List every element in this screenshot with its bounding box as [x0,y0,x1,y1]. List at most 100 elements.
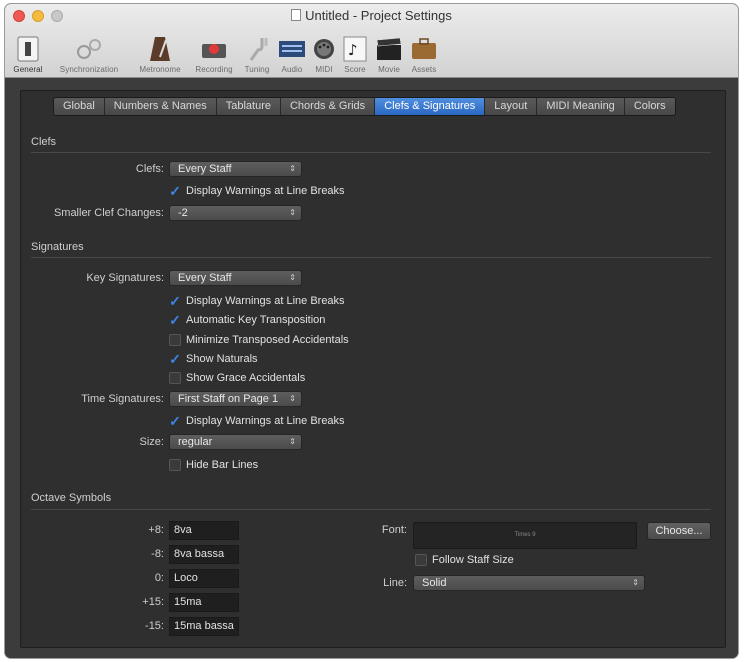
clapperboard-icon [375,35,403,63]
octave-field-plus8[interactable]: 8va [169,521,239,540]
smaller-clef-label: Smaller Clef Changes: [53,207,164,219]
metronome-icon [146,35,174,63]
toolbar-label: Audio [281,65,303,74]
key-signatures-label: Key Signatures: [86,272,164,284]
octave-field-zero[interactable]: Loco [169,569,239,588]
window-title: Untitled - Project Settings [5,8,738,23]
tab-numbers-names[interactable]: Numbers & Names [104,98,217,115]
svg-text:♪: ♪ [348,41,358,59]
time-warnings-checkbox[interactable]: ✓ Display Warnings at Line Breaks [169,412,345,429]
toolbar-audio[interactable]: Audio [275,28,309,74]
document-icon [291,9,302,21]
hide-bar-lines-label: Hide Bar Lines [186,459,259,471]
octave-label-plus15: +15: [142,596,164,608]
tuning-fork-icon [243,35,271,63]
time-signatures-popup-value: First Staff on Page 1 [178,393,279,405]
line-style-popup[interactable]: Solid ⇕ [413,575,645,591]
briefcase-icon [410,35,438,63]
unchecked-box-icon [169,334,181,346]
size-popup-value: regular [178,436,213,448]
toolbar-tuning[interactable]: Tuning [239,28,275,74]
project-settings-window: Untitled - Project Settings General Sync… [5,4,738,658]
score-tab-bar: Global Numbers & Names Tablature Chords … [53,97,676,116]
octave-field-minus15[interactable]: 15ma bassa [169,617,239,636]
checkmark-icon: ✓ [169,182,181,199]
minimize-accidentals-label: Minimize Transposed Accidentals [186,334,349,346]
checkmark-icon: ✓ [169,311,181,328]
font-preview-well: Times 9 [413,522,637,549]
settings-content: Global Numbers & Names Tablature Chords … [5,79,738,658]
synchronization-icon [75,35,103,63]
line-style-popup-value: Solid [422,577,447,589]
choose-font-button[interactable]: Choose... [647,522,711,540]
show-grace-accidentals-checkbox[interactable]: Show Grace Accidentals [169,371,305,385]
clefs-popup[interactable]: Every Staff ⇕ [169,161,302,177]
minimize-accidentals-checkbox[interactable]: Minimize Transposed Accidentals [169,333,349,347]
time-signatures-label: Time Signatures: [81,393,164,405]
toolbar-label: Tuning [244,65,270,74]
general-icon [14,35,42,63]
auto-key-transposition-label: Automatic Key Transposition [186,314,326,326]
show-naturals-checkbox[interactable]: ✓ Show Naturals [169,350,257,367]
clefs-popup-value: Every Staff [178,163,232,175]
tab-global[interactable]: Global [54,98,105,115]
octave-field-minus8[interactable]: 8va bassa [169,545,239,564]
toolbar-metronome[interactable]: Metronome [131,28,189,74]
show-grace-accidentals-label: Show Grace Accidentals [186,372,306,384]
toolbar-midi[interactable]: MIDI [309,28,339,74]
signatures-section-title: Signatures [31,241,84,253]
key-warnings-label: Display Warnings at Line Breaks [186,295,345,307]
toolbar-label: Assets [411,65,437,74]
midi-icon [310,35,338,63]
octave-label-zero: 0: [154,572,164,584]
font-label: Font: [381,524,407,536]
tab-tablature[interactable]: Tablature [216,98,281,115]
follow-staff-size-label: Follow Staff Size [432,554,514,566]
score-settings-panel: Global Numbers & Names Tablature Chords … [20,90,726,648]
line-label: Line: [383,577,407,589]
checkmark-icon: ✓ [169,292,181,309]
clefs-warnings-checkbox[interactable]: ✓ Display Warnings at Line Breaks [169,182,345,199]
clefs-label: Clefs: [135,163,164,175]
toolbar-score[interactable]: ♪ Score [339,28,371,74]
toolbar-general[interactable]: General [9,28,47,74]
toolbar-label: Synchronization [59,65,119,74]
clefs-divider [31,152,711,153]
auto-key-transposition-checkbox[interactable]: ✓ Automatic Key Transposition [169,311,326,328]
toolbar-label: Metronome [139,65,181,74]
time-signatures-popup[interactable]: First Staff on Page 1 ⇕ [169,391,302,407]
toolbar-movie[interactable]: Movie [371,28,407,74]
settings-toolbar: General Synchronization Metronome Record… [9,28,441,74]
tab-layout[interactable]: Layout [485,98,538,115]
size-label: Size: [139,436,164,448]
key-warnings-checkbox[interactable]: ✓ Display Warnings at Line Breaks [169,292,345,309]
tab-colors[interactable]: Colors [624,98,675,115]
checkmark-icon: ✓ [169,412,181,429]
octave-section-title: Octave Symbols [31,492,112,504]
toolbar-synchronization[interactable]: Synchronization [47,28,131,74]
octave-label-minus15: -15: [145,620,164,632]
follow-staff-size-checkbox[interactable]: Follow Staff Size [415,553,514,567]
toolbar-recording[interactable]: Recording [189,28,239,74]
popup-arrows-icon: ⇕ [632,578,639,587]
toolbar-label: General [13,65,43,74]
time-warnings-label: Display Warnings at Line Breaks [186,415,345,427]
size-popup[interactable]: regular ⇕ [169,434,302,450]
title-bar: Untitled - Project Settings General Sync… [5,4,738,78]
toolbar-label: MIDI [315,65,333,74]
tab-chords-grids[interactable]: Chords & Grids [280,98,376,115]
octave-field-plus15[interactable]: 15ma [169,593,239,612]
unchecked-box-icon [169,372,181,384]
clefs-warnings-label: Display Warnings at Line Breaks [186,185,345,197]
tab-midi-meaning[interactable]: MIDI Meaning [537,98,625,115]
key-signatures-popup[interactable]: Every Staff ⇕ [169,270,302,286]
toolbar-label: Movie [378,65,400,74]
checkmark-icon: ✓ [169,350,181,367]
smaller-clef-popup[interactable]: -2 ⇕ [169,205,302,221]
toolbar-assets[interactable]: Assets [407,28,441,74]
recording-icon [200,35,228,63]
clefs-section-title: Clefs [31,136,57,148]
hide-bar-lines-checkbox[interactable]: Hide Bar Lines [169,458,258,472]
tab-clefs-signatures[interactable]: Clefs & Signatures [375,98,486,115]
popup-arrows-icon: ⇕ [289,437,296,446]
